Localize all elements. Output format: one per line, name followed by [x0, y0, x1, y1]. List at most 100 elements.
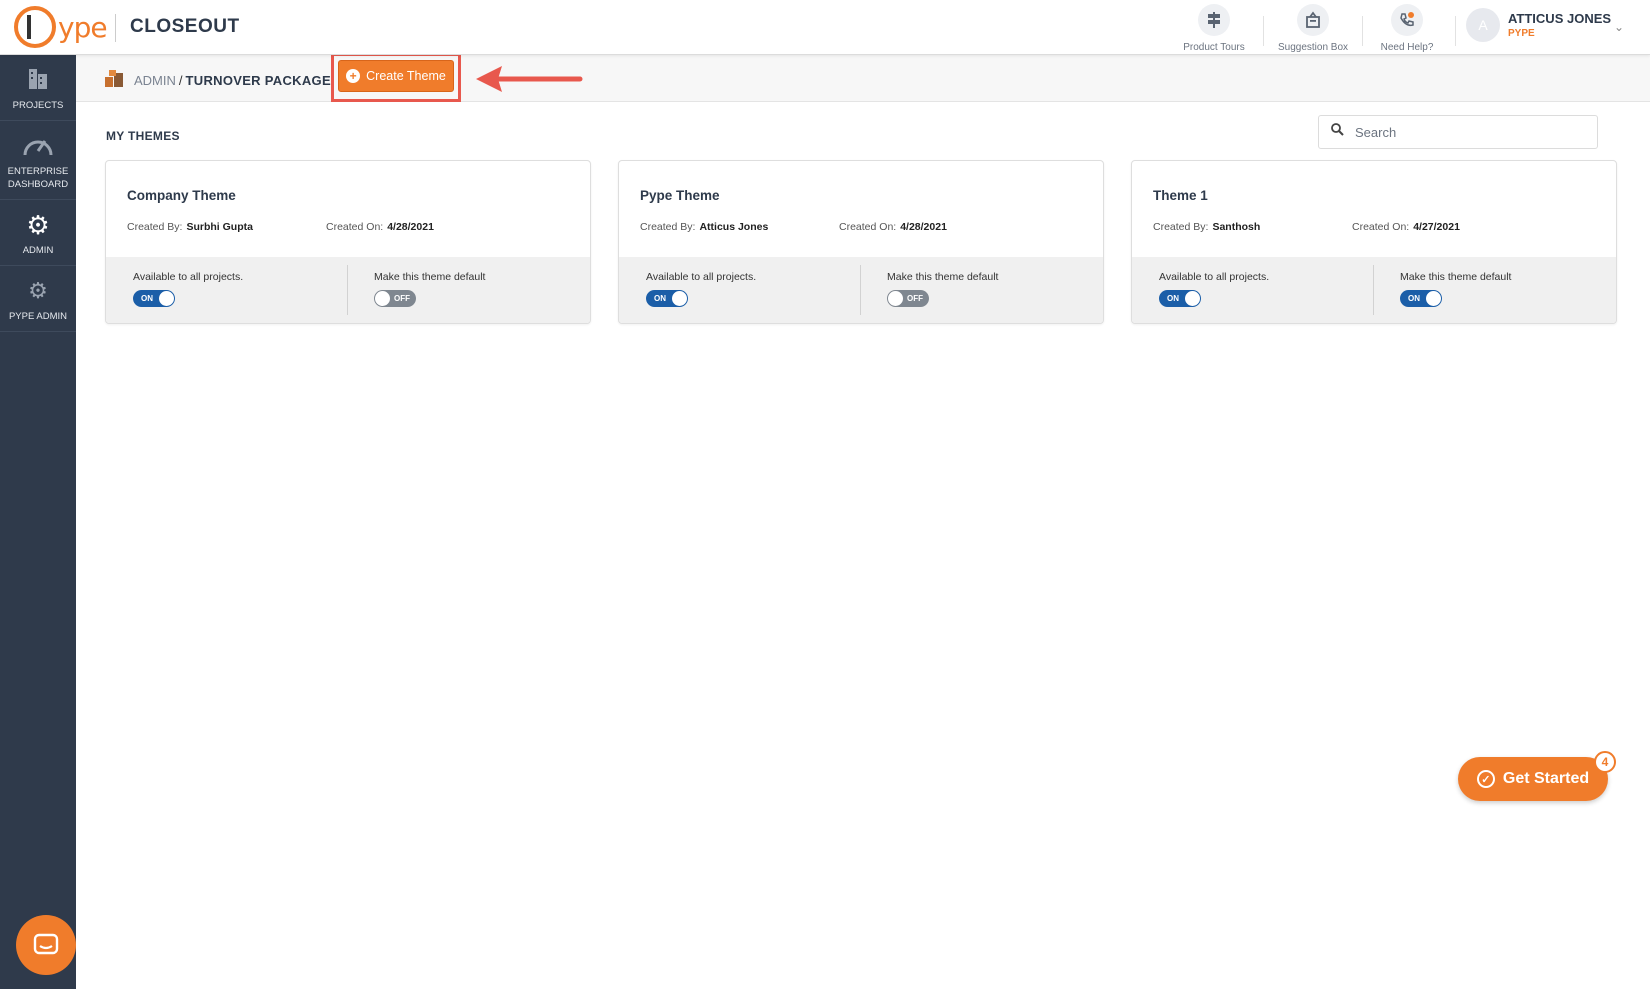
toggle-knob	[1426, 291, 1441, 306]
created-by-value: Atticus Jones	[699, 221, 769, 233]
theme-card[interactable]: Theme 1 Created By: Santhosh Created On: 4…	[1131, 160, 1617, 324]
theme-name: Theme 1	[1153, 188, 1208, 203]
default-toggle[interactable]: OFF	[374, 290, 416, 307]
checkmark-icon: ✓	[1476, 770, 1495, 788]
create-theme-label: Create Theme	[366, 69, 446, 83]
breadcrumb: ADMIN / TURNOVER PACKAGE	[134, 73, 331, 88]
app-title: CLOSEOUT	[130, 16, 240, 37]
search-icon	[1331, 123, 1344, 139]
chevron-down-icon[interactable]: ⌄	[1614, 20, 1624, 34]
sidebar-item-projects[interactable]: PROJECTS	[0, 55, 76, 121]
theme-card[interactable]: Pype Theme Created By: Atticus Jones Crea…	[618, 160, 1104, 324]
available-label: Available to all projects.	[133, 271, 244, 283]
theme-options: Available to all projects. ON Make this …	[619, 257, 1103, 323]
breadcrumb-current: TURNOVER PACKAGE	[185, 73, 331, 88]
created-on: Created On: 4/28/2021	[326, 221, 434, 233]
chat-launcher-button[interactable]	[16, 915, 76, 975]
available-label: Available to all projects.	[646, 271, 757, 283]
turnover-package-icon	[103, 69, 125, 94]
created-by-label: Created By:	[1153, 221, 1209, 233]
breadcrumb-admin-link[interactable]: ADMIN	[134, 73, 176, 88]
phone-help-icon	[1391, 4, 1423, 36]
header-divider	[115, 14, 116, 42]
theme-options: Available to all projects. ON Make this …	[106, 257, 590, 323]
suggestion-box-button[interactable]: Suggestion Box	[1268, 4, 1358, 53]
create-theme-button[interactable]: + Create Theme	[338, 60, 454, 92]
created-on: Created On: 4/27/2021	[1352, 221, 1460, 233]
product-tours-button[interactable]: Product Tours	[1169, 4, 1259, 53]
breadcrumb-separator: /	[178, 73, 183, 88]
sidebar-item-admin[interactable]: ⚙ ADMIN	[0, 200, 76, 266]
default-label: Make this theme default	[374, 271, 486, 283]
page-toolbar: ADMIN / TURNOVER PACKAGE + Create Theme	[76, 53, 1650, 102]
available-option: Available to all projects. ON	[646, 271, 756, 307]
created-on-value: 4/28/2021	[387, 221, 434, 233]
default-option: Make this theme default OFF	[374, 271, 485, 307]
toggle-knob	[159, 291, 174, 306]
available-toggle[interactable]: ON	[1159, 290, 1201, 307]
building-icon	[0, 65, 76, 95]
created-on-value: 4/28/2021	[900, 221, 947, 233]
created-by-label: Created By:	[127, 221, 183, 233]
sidebar-item-pype-admin[interactable]: ⚙ PYPE ADMIN	[0, 266, 76, 332]
toggle-knob	[375, 291, 390, 306]
toggle-state: OFF	[907, 294, 923, 303]
plus-icon: +	[346, 69, 361, 83]
theme-name: Pype Theme	[640, 188, 720, 203]
chat-icon	[33, 933, 59, 955]
avatar: A	[1466, 8, 1500, 42]
theme-options: Available to all projects. ON Make this …	[1132, 257, 1616, 323]
created-on-value: 4/27/2021	[1413, 221, 1460, 233]
toggle-knob	[1185, 291, 1200, 306]
pype-logo[interactable]: ype	[14, 6, 108, 48]
tool-divider	[1263, 16, 1264, 46]
need-help-button[interactable]: Need Help?	[1362, 4, 1452, 53]
theme-card[interactable]: Company Theme Created By: Surbhi Gupta Cr…	[105, 160, 591, 324]
user-menu[interactable]: A ATTICUS JONES PYPE	[1466, 8, 1611, 42]
sidebar-item-label: PYPE ADMIN	[8, 311, 68, 322]
created-by-label: Created By:	[640, 221, 696, 233]
default-toggle[interactable]: OFF	[887, 290, 929, 307]
toggle-knob	[888, 291, 903, 306]
available-label: Available to all projects.	[1159, 271, 1270, 283]
toggle-state: ON	[654, 294, 666, 303]
need-help-label: Need Help?	[1380, 42, 1434, 53]
search-input[interactable]	[1355, 122, 1585, 142]
get-started-button[interactable]: ✓ Get Started	[1458, 757, 1608, 801]
default-label: Make this theme default	[1400, 271, 1512, 283]
option-divider	[347, 265, 348, 315]
available-option: Available to all projects. ON	[133, 271, 243, 307]
user-name: ATTICUS JONES	[1508, 11, 1612, 26]
available-toggle[interactable]: ON	[646, 290, 688, 307]
tool-divider	[1455, 16, 1456, 46]
created-on-label: Created On:	[326, 221, 384, 233]
sidebar-item-label: PROJECTS	[12, 100, 64, 111]
logo-text: ype	[58, 10, 108, 44]
sidebar-item-label: ADMIN	[22, 245, 54, 256]
sidebar-item-enterprise-dashboard[interactable]: ENTERPRISE DASHBOARD	[0, 121, 76, 200]
speedometer-icon	[0, 131, 76, 161]
signpost-icon	[1198, 4, 1230, 36]
available-option: Available to all projects. ON	[1159, 271, 1269, 307]
default-label: Make this theme default	[887, 271, 999, 283]
search-box	[1318, 115, 1598, 149]
suggestion-box-label: Suggestion Box	[1277, 42, 1349, 53]
available-toggle[interactable]: ON	[133, 290, 175, 307]
created-by-value: Santhosh	[1212, 221, 1261, 233]
created-on-label: Created On:	[1352, 221, 1410, 233]
created-by: Created By: Santhosh	[1153, 221, 1260, 233]
theme-name: Company Theme	[127, 188, 236, 203]
gear-icon: ⚙	[26, 210, 50, 240]
toggle-state: ON	[141, 294, 153, 303]
user-info: ATTICUS JONES PYPE	[1508, 11, 1611, 39]
default-toggle[interactable]: ON	[1400, 290, 1442, 307]
created-by-value: Surbhi Gupta	[186, 221, 253, 233]
default-option: Make this theme default OFF	[887, 271, 998, 307]
get-started-label: Get Started	[1502, 770, 1590, 787]
section-title: MY THEMES	[106, 129, 180, 143]
sidebar-item-label: ENTERPRISE DASHBOARD	[7, 166, 69, 190]
suggestion-box-icon	[1297, 4, 1329, 36]
option-divider	[860, 265, 861, 315]
top-bar: ype CLOSEOUT Product Tours Suggestion Bo…	[0, 0, 1650, 55]
created-by: Created By: Surbhi Gupta	[127, 221, 253, 233]
